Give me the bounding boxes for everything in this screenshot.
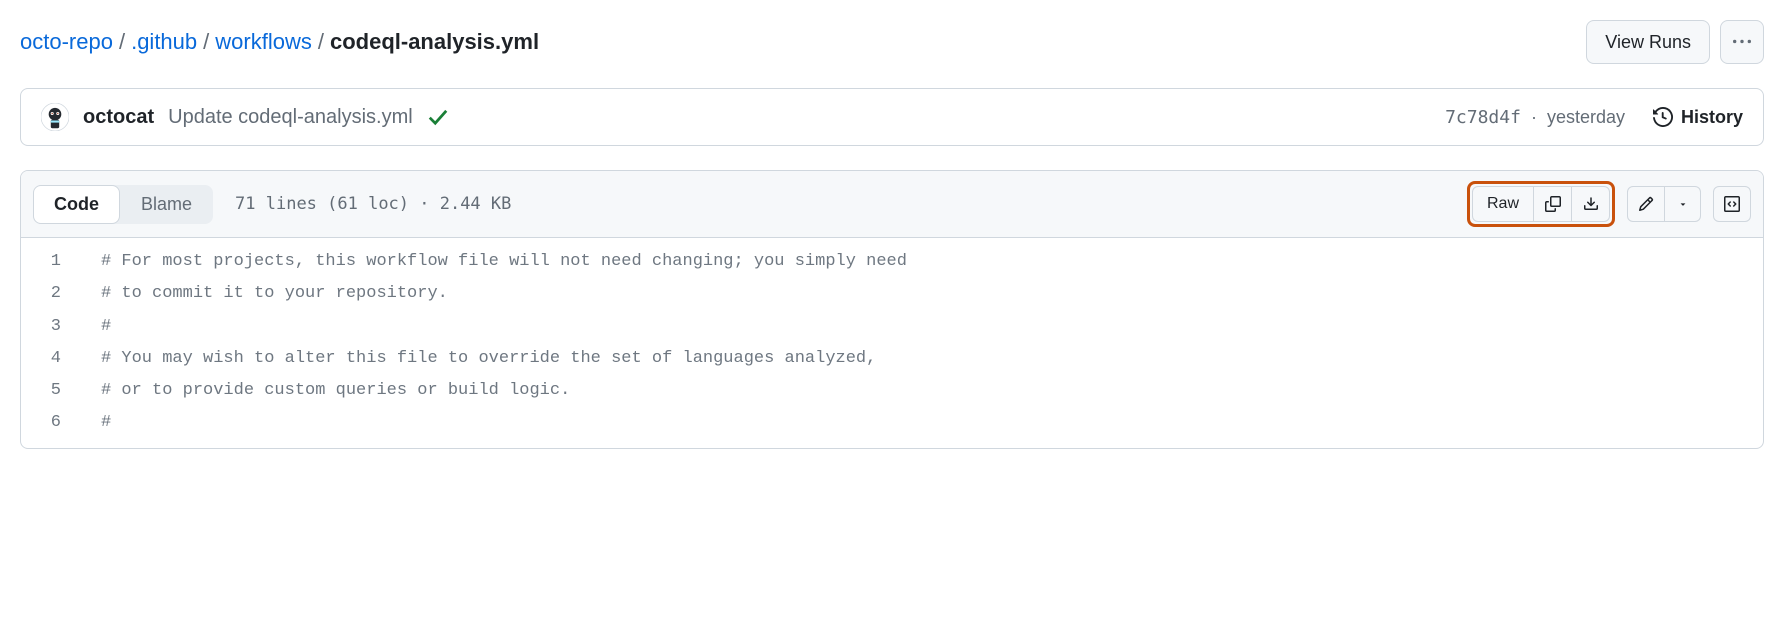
breadcrumb-link-github[interactable]: .github <box>131 29 197 55</box>
breadcrumb-sep: / <box>119 29 125 55</box>
code-line: 3# <box>21 311 1763 343</box>
commit-hash[interactable]: 7c78d4f <box>1445 107 1521 128</box>
history-link[interactable]: History <box>1653 107 1743 128</box>
file-toolbar: Code Blame 71 lines (61 loc) · 2.44 KB R… <box>21 171 1763 238</box>
raw-button-highlight: Raw <box>1467 181 1615 227</box>
raw-button[interactable]: Raw <box>1472 186 1534 222</box>
history-icon <box>1653 107 1673 127</box>
line-content: # <box>101 407 1763 439</box>
code-line: 5# or to provide custom queries or build… <box>21 375 1763 407</box>
code-line: 1# For most projects, this workflow file… <box>21 246 1763 278</box>
line-content: # to commit it to your repository. <box>101 278 1763 310</box>
code-square-icon <box>1724 196 1740 212</box>
symbols-button[interactable] <box>1713 186 1751 222</box>
file-view-box: Code Blame 71 lines (61 loc) · 2.44 KB R… <box>20 170 1764 449</box>
code-line: 4# You may wish to alter this file to ov… <box>21 343 1763 375</box>
copy-icon <box>1545 196 1561 212</box>
tab-code[interactable]: Code <box>33 185 120 224</box>
latest-commit-box: octocat Update codeql-analysis.yml 7c78d… <box>20 88 1764 146</box>
kebab-icon <box>1733 33 1751 51</box>
line-number[interactable]: 4 <box>21 343 101 375</box>
line-content: # or to provide custom queries or build … <box>101 375 1763 407</box>
breadcrumb-link-workflows[interactable]: workflows <box>215 29 312 55</box>
code-line: 2# to commit it to your repository. <box>21 278 1763 310</box>
breadcrumb-link-repo[interactable]: octo-repo <box>20 29 113 55</box>
breadcrumb-sep: / <box>203 29 209 55</box>
separator-dot: · <box>1531 107 1537 128</box>
line-number[interactable]: 3 <box>21 311 101 343</box>
file-header: octo-repo / .github / workflows / codeql… <box>20 20 1764 64</box>
view-mode-tabs: Code Blame <box>33 185 213 224</box>
tab-blame[interactable]: Blame <box>120 185 213 224</box>
code-line: 6# <box>21 407 1763 439</box>
download-icon <box>1583 196 1599 212</box>
breadcrumb-current: codeql-analysis.yml <box>330 29 539 55</box>
history-label: History <box>1681 107 1743 128</box>
commit-message[interactable]: Update codeql-analysis.yml <box>168 106 413 129</box>
pencil-icon <box>1638 196 1654 212</box>
view-runs-button[interactable]: View Runs <box>1586 20 1710 64</box>
line-number[interactable]: 6 <box>21 407 101 439</box>
copy-button[interactable] <box>1534 186 1572 222</box>
line-number[interactable]: 1 <box>21 246 101 278</box>
edit-button[interactable] <box>1627 186 1665 222</box>
commit-time: yesterday <box>1547 107 1625 128</box>
breadcrumb: octo-repo / .github / workflows / codeql… <box>20 29 539 55</box>
more-options-button[interactable] <box>1720 20 1764 64</box>
download-button[interactable] <box>1572 186 1610 222</box>
file-info-text: 71 lines (61 loc) · 2.44 KB <box>235 194 511 214</box>
avatar[interactable] <box>41 103 69 131</box>
line-content: # <box>101 311 1763 343</box>
breadcrumb-sep: / <box>318 29 324 55</box>
commit-author[interactable]: octocat <box>83 106 154 129</box>
line-content: # You may wish to alter this file to ove… <box>101 343 1763 375</box>
code-content: 1# For most projects, this workflow file… <box>21 238 1763 448</box>
line-number[interactable]: 5 <box>21 375 101 407</box>
triangle-down-icon <box>1678 199 1688 209</box>
line-content: # For most projects, this workflow file … <box>101 246 1763 278</box>
line-number[interactable]: 2 <box>21 278 101 310</box>
status-check-icon[interactable] <box>427 106 449 128</box>
edit-dropdown-button[interactable] <box>1665 186 1701 222</box>
